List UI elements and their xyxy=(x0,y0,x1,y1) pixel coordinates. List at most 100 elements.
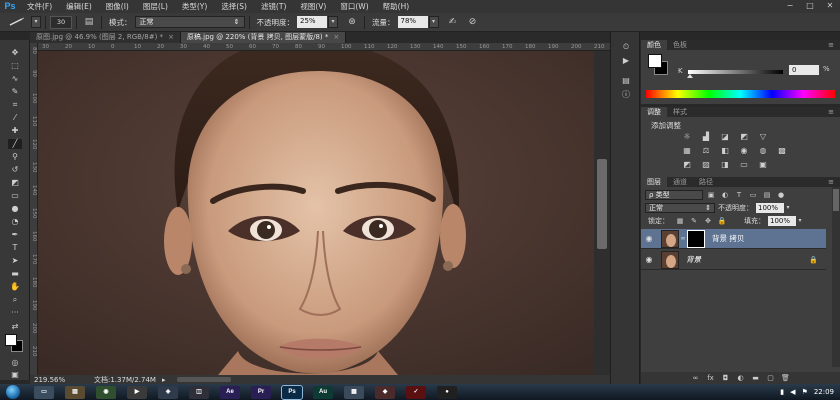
quick-mask-icon[interactable]: ◎ xyxy=(8,358,22,368)
layer-filter-select[interactable]: ρ 类型 xyxy=(645,190,703,200)
link-layers-icon[interactable]: ∞ xyxy=(688,374,703,382)
quick-select-tool-icon[interactable]: ✎ xyxy=(8,87,22,97)
shape-tool-icon[interactable]: ▬ xyxy=(8,269,22,279)
pen-tool-icon[interactable]: ✒ xyxy=(8,230,22,240)
info-panel-icon[interactable]: ⓘ xyxy=(620,90,632,100)
healing-brush-tool-icon[interactable]: ✚ xyxy=(8,126,22,136)
tab-close-icon[interactable]: × xyxy=(168,33,174,41)
brush-preset-dropdown[interactable]: ▾ xyxy=(31,16,41,28)
selective-color-icon[interactable]: ▣ xyxy=(755,159,771,170)
taskbar-app-icon[interactable]: ◈ xyxy=(158,385,178,399)
tray-network-icon[interactable]: ▮ xyxy=(780,388,784,396)
filter-adjustment-icon[interactable]: ◐ xyxy=(719,191,731,199)
actions-panel-icon[interactable]: ▶ xyxy=(620,56,632,66)
menu-image[interactable]: 图像(I) xyxy=(99,1,136,12)
black-white-icon[interactable]: ◧ xyxy=(717,145,733,156)
taskbar-app-icon[interactable]: ▦ xyxy=(344,385,364,399)
brightness-contrast-icon[interactable]: ☼ xyxy=(679,131,695,142)
photo-filter-icon[interactable]: ◉ xyxy=(736,145,752,156)
path-selection-tool-icon[interactable]: ➤ xyxy=(8,256,22,266)
horizontal-scrollbar[interactable] xyxy=(177,377,232,382)
scroll-thumb[interactable] xyxy=(597,159,607,249)
brush-size-field[interactable]: 30 xyxy=(50,15,72,29)
document-canvas[interactable] xyxy=(38,51,594,375)
start-button[interactable] xyxy=(6,385,20,399)
marquee-tool-icon[interactable]: ⬚ xyxy=(8,61,22,71)
posterize-icon[interactable]: ▨ xyxy=(698,159,714,170)
menu-filter[interactable]: 滤镜(T) xyxy=(254,1,293,12)
tab-styles[interactable]: 样式 xyxy=(667,107,693,117)
lasso-tool-icon[interactable]: ∿ xyxy=(8,74,22,84)
blur-tool-icon[interactable]: ● xyxy=(8,204,22,214)
lock-transparent-icon[interactable]: ▦ xyxy=(674,217,686,225)
visibility-eye-icon[interactable]: ◉ xyxy=(641,234,657,243)
clock[interactable]: 22:09 xyxy=(814,388,834,396)
menu-help[interactable]: 帮助(H) xyxy=(376,1,417,12)
new-adjustment-icon[interactable]: ◐ xyxy=(733,374,748,382)
layer-thumbnail[interactable] xyxy=(661,229,679,248)
taskbar-app-icon[interactable]: ● xyxy=(437,385,457,399)
brush-panel-toggle-icon[interactable]: ▤ xyxy=(81,16,97,29)
menu-window[interactable]: 窗口(W) xyxy=(333,1,375,12)
tab-swatches[interactable]: 色板 xyxy=(667,40,693,50)
taskbar-media-icon[interactable]: ▶ xyxy=(127,385,147,399)
tray-flag-icon[interactable]: ⚑ xyxy=(802,388,808,396)
hue-saturation-icon[interactable]: ▦ xyxy=(679,145,695,156)
taskbar-premiere-icon[interactable]: Pr xyxy=(251,385,271,399)
gradient-tool-icon[interactable]: ▭ xyxy=(8,191,22,201)
brush-tool-icon[interactable]: ╱ xyxy=(8,139,22,149)
eraser-tool-icon[interactable]: ◩ xyxy=(8,178,22,188)
dodge-tool-icon[interactable]: ◔ xyxy=(8,217,22,227)
add-mask-icon[interactable]: ◘ xyxy=(718,374,733,382)
menu-view[interactable]: 视图(V) xyxy=(293,1,333,12)
panel-scrollbar[interactable] xyxy=(832,187,840,367)
tab-document-active[interactable]: 原稿.jpg @ 220% (背景 拷贝, 图层蒙版/8) * × xyxy=(180,32,347,43)
vibrance-icon[interactable]: ▽ xyxy=(755,131,771,142)
history-panel-icon[interactable]: ⏲ xyxy=(620,42,632,52)
layer-mask-thumbnail[interactable] xyxy=(687,229,705,248)
screen-mode-icon[interactable]: ▣ xyxy=(8,370,22,380)
menu-select[interactable]: 选择(S) xyxy=(214,1,254,12)
close-button[interactable]: ✕ xyxy=(820,0,840,13)
flow-dropdown[interactable]: ▾ xyxy=(428,16,439,28)
blend-mode-select[interactable]: 正常 ⇕ xyxy=(645,203,715,213)
layer-opacity-field[interactable]: 100% xyxy=(756,203,784,213)
foreground-color-swatch[interactable] xyxy=(648,54,662,68)
tab-layers[interactable]: 图层 xyxy=(641,177,667,187)
tab-paths[interactable]: 路径 xyxy=(693,177,719,187)
vertical-scrollbar[interactable] xyxy=(594,51,610,375)
taskbar-explorer-icon[interactable]: ▭ xyxy=(34,385,54,399)
brush-preset-picker[interactable] xyxy=(4,15,30,30)
delete-layer-icon[interactable]: 🗑 xyxy=(778,374,793,382)
filter-toggle-icon[interactable]: ● xyxy=(775,191,787,199)
zoom-level[interactable]: 219.56% xyxy=(34,376,80,384)
tab-color[interactable]: 颜色 xyxy=(641,40,667,50)
pressure-size-icon[interactable]: ⊘ xyxy=(465,16,481,29)
tray-volume-icon[interactable]: ◀ xyxy=(790,388,795,396)
status-menu-icon[interactable]: ▸ xyxy=(162,376,166,384)
new-layer-icon[interactable]: ▢ xyxy=(763,374,778,382)
opacity-dropdown[interactable]: ▾ xyxy=(328,16,338,28)
color-balance-icon[interactable]: ⚖ xyxy=(698,145,714,156)
lock-image-icon[interactable]: ✎ xyxy=(688,217,700,225)
flow-field[interactable]: 78% xyxy=(397,16,428,28)
lock-all-icon[interactable]: 🔒 xyxy=(716,217,728,225)
taskbar-chrome-icon[interactable]: ◉ xyxy=(96,385,116,399)
tab-channels[interactable]: 通道 xyxy=(667,177,693,187)
menu-file[interactable]: 文件(F) xyxy=(20,1,59,12)
opacity-dropdown[interactable]: ▾ xyxy=(784,203,792,213)
color-lookup-icon[interactable]: ▩ xyxy=(774,145,790,156)
scroll-thumb[interactable] xyxy=(833,189,839,211)
exposure-icon[interactable]: ◩ xyxy=(736,131,752,142)
k-slider[interactable] xyxy=(688,70,783,74)
mask-link-icon[interactable]: ∞ xyxy=(679,235,687,242)
filter-smart-object-icon[interactable]: ▤ xyxy=(761,191,773,199)
swap-colors-icon[interactable]: ⇄ xyxy=(8,322,22,332)
layer-row-background-copy[interactable]: ◉ ∞ 背景 拷贝 xyxy=(641,229,826,249)
color-spectrum[interactable] xyxy=(646,90,835,98)
more-tools-icon[interactable]: ··· xyxy=(8,308,22,318)
menu-type[interactable]: 类型(Y) xyxy=(175,1,214,12)
horizontal-ruler[interactable]: 30 20 10 0 10 20 30 40 50 60 70 80 90 100 110 120 130 140… xyxy=(38,43,610,51)
filter-pixel-icon[interactable]: ▣ xyxy=(705,191,717,199)
airbrush-icon[interactable]: ✍ xyxy=(445,16,461,29)
